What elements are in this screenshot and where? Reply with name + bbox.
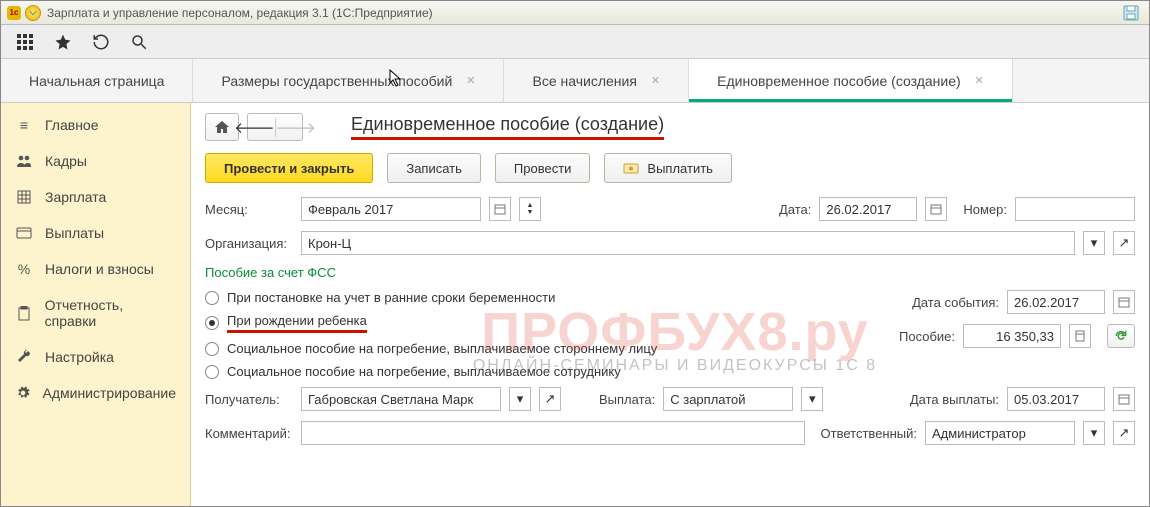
payout-dropdown[interactable]: ▾ (801, 387, 823, 411)
radio-label: Социальное пособие на погребение, выплач… (227, 364, 621, 379)
org-input[interactable]: Крон-Ц (301, 231, 1075, 255)
sidebar-item-admin[interactable]: Администрирование (1, 375, 190, 411)
search-icon[interactable] (129, 32, 149, 52)
payout-date-label: Дата выплаты: (910, 392, 999, 407)
month-picker-button[interactable] (489, 197, 511, 221)
number-input[interactable] (1015, 197, 1135, 221)
pay-button[interactable]: Выплатить (604, 153, 732, 183)
cursor-icon (389, 69, 403, 87)
comment-input[interactable] (301, 421, 805, 445)
date-label: Дата: (779, 202, 811, 217)
percent-icon: % (15, 261, 33, 277)
titlebar: 1c Зарплата и управление персоналом, ред… (1, 1, 1149, 25)
window-title: Зарплата и управление персоналом, редакц… (47, 6, 433, 20)
payout-date-input[interactable]: 05.03.2017 (1007, 387, 1105, 411)
responsible-open[interactable]: ↗ (1113, 421, 1135, 445)
star-icon[interactable] (53, 32, 73, 52)
radio-funeral-external[interactable] (205, 342, 219, 356)
card-icon (15, 227, 33, 239)
people-icon (15, 154, 33, 168)
post-and-close-button[interactable]: Провести и закрыть (205, 153, 373, 183)
table-icon (15, 190, 33, 204)
month-label: Месяц: (205, 202, 293, 217)
radio-label: При рождении ребенка (227, 313, 367, 333)
date-input[interactable]: 26.02.2017 (819, 197, 917, 221)
recipient-input[interactable]: Габровская Светлана Марк (301, 387, 501, 411)
sidebar-item-kadry[interactable]: Кадры (1, 143, 190, 179)
recipient-label: Получатель: (205, 392, 293, 407)
wrench-icon (15, 350, 33, 364)
date-picker-button[interactable] (925, 197, 947, 221)
tab-onetime-benefit[interactable]: Единовременное пособие (создание)✕ (689, 59, 1013, 102)
menu-icon: ≡ (15, 117, 33, 133)
radio-label: Социальное пособие на погребение, выплач… (227, 341, 657, 356)
responsible-label: Ответственный: (821, 426, 917, 441)
recipient-open[interactable]: ↗ (539, 387, 561, 411)
nav-back-forward[interactable]: 🡐 🡒 (247, 113, 303, 141)
recipient-dropdown[interactable]: ▾ (509, 387, 531, 411)
apps-icon[interactable] (15, 32, 35, 52)
event-date-picker[interactable] (1113, 290, 1135, 314)
org-dropdown[interactable]: ▾ (1083, 231, 1105, 255)
event-date-label: Дата события: (912, 295, 999, 310)
benefit-calc-button[interactable] (1069, 324, 1091, 348)
radio-label: При постановке на учет в ранние сроки бе… (227, 290, 555, 305)
titlebar-dropdown[interactable] (25, 5, 41, 21)
sidebar-item-main[interactable]: ≡Главное (1, 107, 190, 143)
close-icon[interactable]: ✕ (466, 74, 475, 87)
money-icon (623, 160, 639, 176)
app-window: 1c Зарплата и управление персоналом, ред… (0, 0, 1150, 507)
org-open-button[interactable]: ↗ (1113, 231, 1135, 255)
iconbar (1, 25, 1149, 59)
sidebar: ≡Главное Кадры Зарплата Выплаты %Налоги … (1, 103, 191, 506)
event-date-input[interactable]: 26.02.2017 (1007, 290, 1105, 314)
close-icon[interactable]: ✕ (975, 74, 984, 87)
benefit-label: Пособие: (899, 329, 955, 344)
page-title: Единовременное пособие (создание) (351, 114, 664, 140)
tab-all-accruals[interactable]: Все начисления✕ (504, 59, 689, 102)
tab-benefit-sizes[interactable]: Размеры государственных пособий✕ (193, 59, 504, 102)
clipboard-icon (15, 306, 33, 321)
responsible-dropdown[interactable]: ▾ (1083, 421, 1105, 445)
radio-child-birth[interactable] (205, 316, 219, 330)
tabbar: Начальная страница Размеры государственн… (1, 59, 1149, 103)
radio-funeral-employee[interactable] (205, 365, 219, 379)
content: 🡐 🡒 Единовременное пособие (создание) Пр… (191, 103, 1149, 506)
benefit-input[interactable]: 16 350,33 (963, 324, 1061, 348)
org-label: Организация: (205, 236, 293, 251)
sidebar-item-salary[interactable]: Зарплата (1, 179, 190, 215)
radio-early-pregnancy[interactable] (205, 291, 219, 305)
comment-label: Комментарий: (205, 426, 293, 441)
sidebar-item-payments[interactable]: Выплаты (1, 215, 190, 251)
sidebar-item-settings[interactable]: Настройка (1, 339, 190, 375)
back-button[interactable]: 🡐 (234, 118, 275, 137)
month-stepper[interactable]: ▲▼ (519, 197, 541, 221)
app-logo-icon: 1c (7, 6, 21, 20)
post-button[interactable]: Провести (495, 153, 591, 183)
gear-icon (15, 386, 31, 400)
sidebar-item-taxes[interactable]: %Налоги и взносы (1, 251, 190, 287)
payout-date-picker[interactable] (1113, 387, 1135, 411)
diskette-icon[interactable] (1123, 5, 1139, 21)
forward-button[interactable]: 🡒 (276, 118, 316, 137)
refresh-button[interactable] (1107, 324, 1135, 348)
payout-label: Выплата: (599, 392, 655, 407)
responsible-input[interactable]: Администратор (925, 421, 1075, 445)
save-button[interactable]: Записать (387, 153, 481, 183)
payout-input[interactable]: С зарплатой (663, 387, 793, 411)
number-label: Номер: (963, 202, 1007, 217)
close-icon[interactable]: ✕ (651, 74, 660, 87)
section-title: Пособие за счет ФСС (205, 265, 1135, 280)
sidebar-item-reports[interactable]: Отчетность, справки (1, 287, 190, 339)
history-icon[interactable] (91, 32, 111, 52)
tab-home[interactable]: Начальная страница (1, 59, 193, 102)
month-input[interactable]: Февраль 2017 (301, 197, 481, 221)
